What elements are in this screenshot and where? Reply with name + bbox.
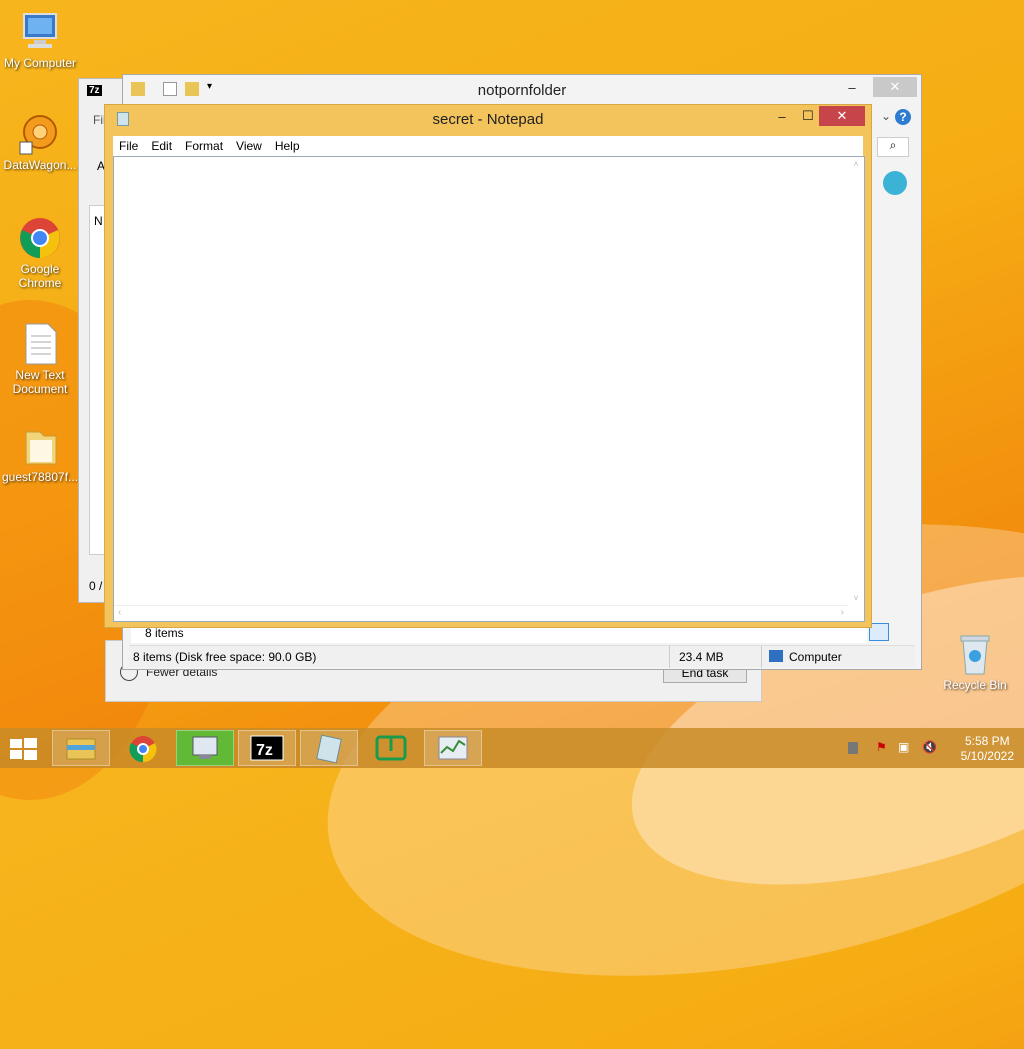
desktop-icon-recycle-bin[interactable]: Recycle Bin	[935, 632, 1015, 692]
chrome-icon	[129, 736, 157, 763]
menu-format[interactable]: Format	[179, 136, 230, 153]
chrome-icon	[18, 216, 62, 260]
desktop-icon-label: guest78807f...	[1, 470, 79, 484]
notepad-minimize-button[interactable]: –	[769, 107, 795, 127]
volume-muted-icon[interactable]: 🔇	[922, 740, 938, 756]
start-button[interactable]	[10, 738, 38, 760]
desktop-icon-datawagon[interactable]: DataWagon...	[0, 112, 80, 172]
notepad-window[interactable]: secret - Notepad – ☐ ✕ File Edit Format Vie…	[104, 104, 872, 628]
explorer-titlebar[interactable]: ▾ notpornfolder – ☐ ✕	[123, 75, 921, 105]
recycle-bin-icon	[953, 632, 997, 676]
notepad-text-area[interactable]: ˄ ˅ ‹ ›	[113, 156, 865, 622]
ribbon-expand-icon[interactable]: ⌄	[881, 109, 891, 123]
explorer-close-button[interactable]: ✕	[873, 77, 917, 97]
desktop-icon-chrome[interactable]: Google Chrome	[0, 216, 80, 290]
desktop-icon-label: My Computer	[3, 56, 77, 70]
desktop-icon-label: Recycle Bin	[943, 678, 1007, 692]
notepad-maximize-button[interactable]: ☐	[795, 106, 821, 126]
status-items: 8 items (Disk free space: 90.0 GB)	[133, 650, 317, 664]
sevenzip-status: 0 /	[89, 579, 103, 593]
action-center-icon[interactable]: ⚑	[876, 740, 892, 756]
menu-edit[interactable]: Edit	[145, 136, 179, 153]
menu-file[interactable]: File	[113, 136, 145, 153]
svg-text:7z: 7z	[256, 742, 273, 759]
status-location: Computer	[789, 650, 842, 664]
computer-icon	[769, 650, 783, 662]
menu-view[interactable]: View	[230, 136, 269, 153]
menu-help[interactable]: Help	[269, 136, 307, 153]
vertical-scrollbar[interactable]: ˄ ˅	[848, 157, 864, 605]
desktop-icon-label: New Text Document	[12, 368, 68, 396]
taskbar-7zip[interactable]: 7z	[238, 730, 296, 766]
7zip-icon: 7z	[250, 735, 284, 761]
horizontal-scrollbar[interactable]: ‹ ›	[114, 605, 848, 621]
clock-date: 5/10/2022	[960, 749, 1014, 763]
status-size: 23.4 MB	[679, 650, 724, 664]
notepad-menubar: File Edit Format View Help	[113, 136, 863, 156]
desktop-icon-new-text-document[interactable]: New Text Document	[0, 322, 80, 396]
large-icons-view-icon[interactable]	[893, 623, 913, 641]
network-icon[interactable]: ▣	[898, 740, 914, 756]
taskbar-chrome[interactable]	[114, 730, 172, 766]
tray-app-icon[interactable]	[848, 742, 858, 754]
folder-icon	[18, 424, 62, 468]
scroll-right-icon[interactable]: ›	[841, 607, 844, 618]
status-bar: 8 items (Disk free space: 90.0 GB) 23.4 …	[129, 645, 915, 668]
taskbar-screen-app[interactable]	[362, 730, 420, 766]
help-icon[interactable]: ?	[895, 109, 911, 125]
scroll-left-icon[interactable]: ‹	[118, 607, 121, 618]
datawagon-icon	[18, 112, 62, 156]
notepad-close-button[interactable]: ✕	[819, 106, 865, 126]
clock-time: 5:58 PM	[964, 734, 1010, 748]
clock[interactable]: 5:58 PM 5/10/2022	[961, 734, 1014, 764]
desktop-icon-guest-folder[interactable]: guest78807f...	[0, 424, 80, 484]
sevenzip-column-name[interactable]: N	[94, 214, 103, 228]
desktop-icon-label: DataWagon...	[3, 158, 77, 172]
preview-icon	[883, 171, 907, 195]
computer-icon	[18, 10, 62, 54]
7zip-logo-icon: 7z	[87, 85, 102, 96]
scroll-down-icon[interactable]: ˅	[848, 593, 864, 603]
text-file-icon	[18, 322, 62, 366]
items-count: 8 items	[145, 626, 184, 640]
scroll-up-icon[interactable]: ˄	[848, 159, 864, 169]
details-view-icon[interactable]	[869, 623, 889, 641]
explorer-minimize-button[interactable]: –	[839, 78, 865, 98]
windows-logo-icon	[10, 738, 37, 760]
screen-app-icon	[375, 735, 407, 761]
desktop-icon-label: Google Chrome	[18, 262, 62, 290]
taskbar-remote-desktop[interactable]	[176, 730, 234, 766]
taskbar-file-explorer[interactable]	[52, 730, 110, 766]
file-explorer-icon	[66, 738, 96, 760]
taskbar-notepad[interactable]	[300, 730, 358, 766]
notepad-title: secret - Notepad	[432, 111, 544, 128]
notepad-icon	[316, 734, 342, 764]
task-manager-icon	[438, 736, 468, 760]
desktop-icon-my-computer[interactable]: My Computer	[0, 10, 80, 70]
remote-desktop-icon	[192, 736, 218, 759]
explorer-title: notpornfolder	[477, 82, 567, 99]
taskbar: 7z ⚑ ▣ 🔇 5:58 PM 5/10/2022	[0, 728, 1024, 768]
taskbar-task-manager[interactable]	[424, 730, 482, 766]
search-icon[interactable]: ⌕	[877, 137, 909, 157]
